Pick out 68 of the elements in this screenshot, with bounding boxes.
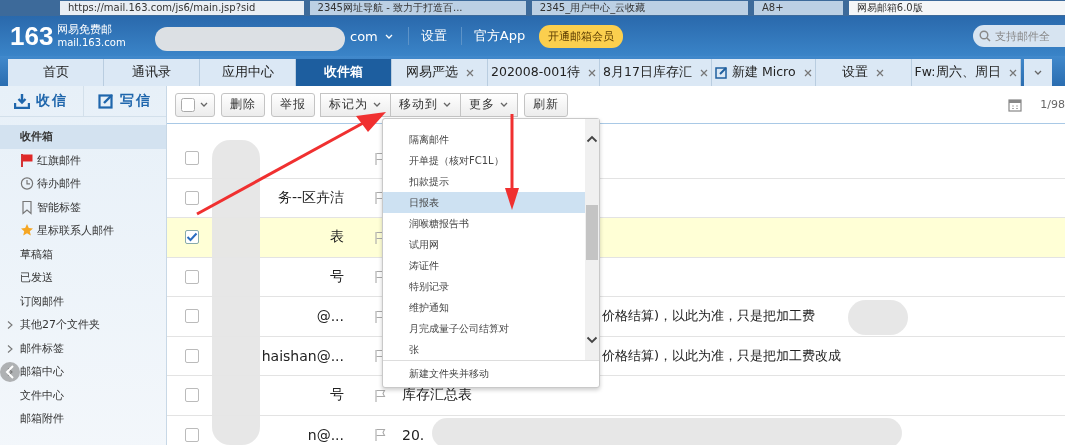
menu-item[interactable]: 开单提（核对FC1L） [383, 150, 585, 171]
tab[interactable]: Fw:周六、周日 [911, 59, 1021, 86]
subject-text: 库存汇总表 [402, 386, 472, 405]
tab[interactable]: 收件箱 [296, 59, 392, 86]
browser-tab[interactable]: 2345网址导航 - 致力于打造百... [309, 1, 526, 15]
domain-text: mail.163.com [57, 36, 126, 49]
folder-item[interactable]: 邮件标签 [0, 336, 166, 360]
folder-item[interactable]: 收件箱 [0, 125, 166, 149]
tab[interactable]: 8月17日库存汇 [600, 59, 712, 86]
folder-item[interactable]: 红旗邮件 [0, 148, 166, 172]
sender-name: 表 [329, 228, 344, 247]
subject-text: 价格结算)，以此为准，只是把加工费改成 [602, 346, 842, 365]
subject-text: 价格结算)，以此为准，只是把加工费 [602, 307, 816, 326]
header-link[interactable]: 官方App [460, 27, 526, 45]
address-bar[interactable]: https://mail.163.com/js6/main.jsp?sid [60, 1, 304, 15]
toolbar-button[interactable]: 举报 [271, 92, 315, 117]
logo: 163 [10, 20, 54, 52]
browser-tab[interactable]: 2345_用户中心_云收藏 [531, 1, 748, 15]
menu-item[interactable]: 扣款提示 [383, 171, 585, 192]
folder-item[interactable]: 已发送 [0, 266, 166, 290]
sender-name: 号 [329, 386, 344, 405]
menu-item[interactable]: 润喉糖报告书 [383, 213, 585, 234]
tab[interactable]: 首页 [8, 59, 104, 86]
folder-item[interactable]: 其他27个文件夹 [0, 313, 166, 337]
header-link[interactable]: 设置 [407, 27, 447, 45]
toolbar-button[interactable]: 删除 [221, 92, 265, 117]
brand-name: 网易免费邮 [57, 23, 114, 36]
sender-name: 务--区卉洁 [276, 188, 344, 207]
folder-item[interactable]: 邮箱附件 [0, 407, 166, 431]
folder-item[interactable]: 文件中心 [0, 383, 166, 407]
menu-item[interactable]: 试用网 [383, 234, 585, 255]
menu-item[interactable]: 新建文件夹并移动 [383, 361, 599, 387]
tab[interactable]: 新建 Micro [711, 59, 816, 86]
menu-item[interactable]: 维护通知 [383, 297, 585, 318]
menu-item[interactable]: 涛证件 [383, 255, 585, 276]
dropdown-button[interactable]: 移动到 [390, 92, 461, 117]
browser-tab[interactable]: 网易邮箱6.0版 [848, 1, 1065, 15]
browser-tab[interactable]: A8+ [753, 1, 843, 15]
toolbar-button[interactable]: 刷新 [524, 92, 568, 117]
dropdown-button[interactable]: 标记为 [320, 92, 391, 117]
sender-name: n@... [306, 426, 344, 443]
tab[interactable]: 网易严选 [392, 59, 488, 86]
menu-item[interactable]: 隔离邮件 [383, 129, 585, 150]
sender-name: 号 [329, 267, 344, 286]
tab[interactable]: 202008-001待 [488, 59, 601, 86]
tab[interactable]: 应用中心 [200, 59, 296, 86]
compose-button[interactable]: 写信 [82, 86, 166, 116]
menu-item[interactable]: 月完成量子公司结算对 [383, 318, 585, 339]
receive-button[interactable]: 收信 [0, 86, 83, 116]
sender-name: haishan@... [260, 347, 344, 364]
search-field[interactable]: 支持邮件全 [973, 25, 1065, 47]
tab[interactable]: 通讯录 [104, 59, 200, 86]
menu-item[interactable]: 特别记录 [383, 276, 585, 297]
sender-name: @... [315, 308, 344, 325]
folder-item[interactable]: 邮箱中心 [0, 360, 166, 384]
menu-item[interactable]: 日报表 [383, 192, 585, 213]
subject-text: 20. [402, 426, 425, 443]
vip-button[interactable]: 开通邮箱会员 [539, 24, 624, 48]
account-menu[interactable]: com [350, 28, 378, 44]
tab[interactable]: 设置 [815, 59, 912, 86]
page-counter: 1/98 [1040, 98, 1065, 111]
folder-item[interactable]: 订阅邮件 [0, 289, 166, 313]
folder-item[interactable]: 智能标签 [0, 195, 166, 219]
menu-item[interactable]: 张 [383, 339, 585, 360]
dropdown-button[interactable]: 更多 [460, 92, 518, 117]
folder-item[interactable]: 草稿箱 [0, 242, 166, 266]
folder-item[interactable]: 星标联系人邮件 [0, 219, 166, 243]
folder-item[interactable]: 待办邮件 [0, 172, 166, 196]
